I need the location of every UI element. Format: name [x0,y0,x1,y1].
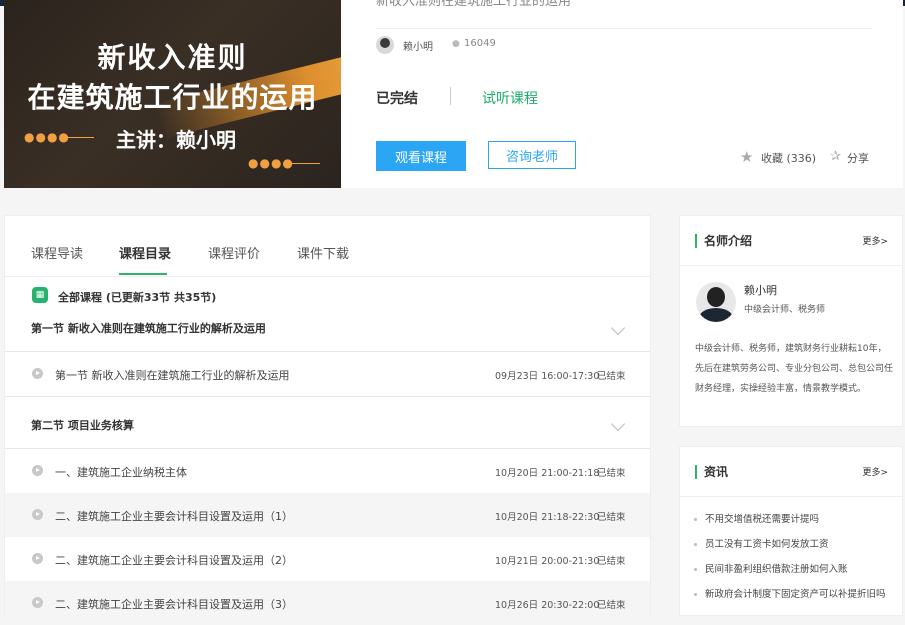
lesson-time: 10月20日 21:18-22:30 [495,512,600,523]
play-icon[interactable] [32,509,43,520]
news-item[interactable]: 员工没有工资卡如何发放工资 [694,536,894,550]
section-title: 第一节 新收入准则在建筑施工行业的解析及运用 [31,322,266,335]
lesson-title[interactable]: 第一节 新收入准则在建筑施工行业的解析及运用 [55,367,290,383]
news-panel: 资讯 更多> 不用交增值税还需要计提吗 员工没有工资卡如何发放工资 民间非盈利组… [679,446,903,616]
cover-divider [60,137,94,138]
lesson-row[interactable]: 一、建筑施工企业纳税主体 10月20日 21:00-21:18 已结束 [5,449,650,493]
all-courses-title: 全部课程 (已更新33节 共35节) [58,291,217,304]
teacher-titles: 中级会计师、税务师 [744,305,826,315]
lesson-status: 已结束 [597,600,626,611]
bullet-icon [694,518,697,521]
play-icon[interactable] [32,597,43,608]
star-icon[interactable]: ★ [740,148,753,166]
cover-divider [286,163,320,164]
teacher-avatar[interactable] [696,282,736,322]
panel-title: 名师介绍 [704,234,753,248]
lesson-status: 已结束 [597,371,626,382]
section-accent-bar [695,234,697,248]
active-tab-indicator [119,273,167,275]
tab-course-guide[interactable]: 课程导读 [31,243,83,262]
lesson-status: 已结束 [597,512,626,523]
divider [376,28,872,29]
teacher-name[interactable]: 赖小明 [403,38,433,53]
favorite-button[interactable]: 收藏 (336) [761,150,816,166]
share-button[interactable]: 分享 [847,150,869,166]
course-status: 已完结 [376,91,418,107]
avatar-head [707,287,725,307]
section-header[interactable]: 第二节 项目业务核算 [5,397,650,449]
book-icon: ▦ [32,287,48,303]
teacher-description: 中级会计师、税务师，建筑财务行业耕耘10年，先后在建筑劳务公司、专业分包公司、总… [695,344,894,394]
share-icon[interactable]: ✰ [830,149,841,164]
teacher-name[interactable]: 赖小明 [744,282,777,298]
tab-course-catalog[interactable]: 课程目录 [119,243,171,262]
news-item[interactable]: 不用交增值税还需要计提吗 [694,511,894,525]
lesson-title[interactable]: 二、建筑施工企业主要会计科目设置及运用（2） [55,552,293,568]
consult-teacher-button[interactable]: 咨询老师 [488,141,576,169]
news-title[interactable]: 民间非盈利组织借款注册如何入账 [705,564,848,575]
play-icon[interactable] [32,465,43,476]
lesson-title[interactable]: 二、建筑施工企业主要会计科目设置及运用（3） [55,596,293,612]
lesson-title[interactable]: 二、建筑施工企业主要会计科目设置及运用（1） [55,508,293,524]
news-item[interactable]: 新政府会计制度下固定资产可以补提折旧吗 [694,586,894,600]
divider [450,87,451,105]
lesson-status: 已结束 [597,468,626,479]
news-item[interactable]: 民间非盈利组织借款注册如何入账 [694,561,894,575]
section-title: 第二节 项目业务核算 [31,419,134,432]
lesson-title[interactable]: 一、建筑施工企业纳税主体 [55,464,187,480]
section-header[interactable]: 第一节 新收入准则在建筑施工行业的解析及运用 [5,306,650,352]
cover-title-line2: 在建筑施工行业的运用 [27,81,318,114]
lesson-row[interactable]: 第一节 新收入准则在建筑施工行业的解析及运用 09月23日 16:00-17:3… [5,352,650,396]
bullet-icon [694,568,697,571]
divider [680,496,902,497]
cover-title-line1: 新收入准则 [97,41,248,74]
course-cover-image[interactable]: 新收入准则 在建筑施工行业的运用 ●●●● 主讲：赖小明 ●●●● [4,0,341,188]
user-icon: ● [452,39,460,49]
chevron-down-icon[interactable] [610,416,626,432]
more-link[interactable]: 更多> [862,465,888,478]
lesson-time: 10月21日 20:00-21:30 [495,556,600,567]
view-count: 16049 [464,38,496,49]
divider [5,276,650,277]
play-icon[interactable] [32,553,43,564]
play-icon[interactable] [32,368,43,379]
teacher-intro-panel: 名师介绍 更多> 赖小明 中级会计师、税务师 中级会计师、税务师，建筑财务行业耕… [679,215,903,427]
tab-course-review[interactable]: 课程评价 [208,243,260,262]
more-link[interactable]: 更多> [862,234,888,247]
course-title: 新收入准则在建筑施工行业的运用 [376,0,572,9]
tab-courseware-download[interactable]: 课件下载 [297,243,349,262]
course-catalog-panel: 课程导读 课程目录 课程评价 课件下载 ▦ 全部课程 (已更新33节 共35节)… [4,215,651,625]
panel-title: 资讯 [704,465,729,479]
watch-course-button[interactable]: 观看课程 [376,141,466,171]
lesson-row[interactable]: 二、建筑施工企业主要会计科目设置及运用（3） 10月26日 20:30-22:0… [5,581,650,625]
bullet-icon [694,593,697,596]
lesson-row[interactable]: 二、建筑施工企业主要会计科目设置及运用（2） 10月21日 20:00-21:3… [5,537,650,581]
bullet-icon [694,543,697,546]
section-accent-bar [695,465,697,479]
divider [680,265,902,266]
lesson-time: 10月26日 20:30-22:00 [495,600,600,611]
lesson-status: 已结束 [597,556,626,567]
news-title[interactable]: 不用交增值税还需要计提吗 [705,514,819,525]
chevron-down-icon[interactable] [610,320,626,336]
course-header-card: 新收入准则 在建筑施工行业的运用 ●●●● 主讲：赖小明 ●●●● 新收入准则在… [4,0,903,188]
lesson-row[interactable]: 二、建筑施工企业主要会计科目设置及运用（1） 10月20日 21:18-22:3… [5,493,650,537]
teacher-avatar-small[interactable] [376,36,394,54]
cover-lecturer: 主讲：赖小明 [116,128,236,152]
avatar-body [699,308,733,322]
news-title[interactable]: 员工没有工资卡如何发放工资 [705,539,829,550]
trial-course-link[interactable]: 试听课程 [482,88,538,108]
lesson-time: 10月20日 21:00-21:18 [495,468,600,479]
news-title[interactable]: 新政府会计制度下固定资产可以补提折旧吗 [705,589,886,600]
lesson-time: 09月23日 16:00-17:30 [495,371,600,382]
